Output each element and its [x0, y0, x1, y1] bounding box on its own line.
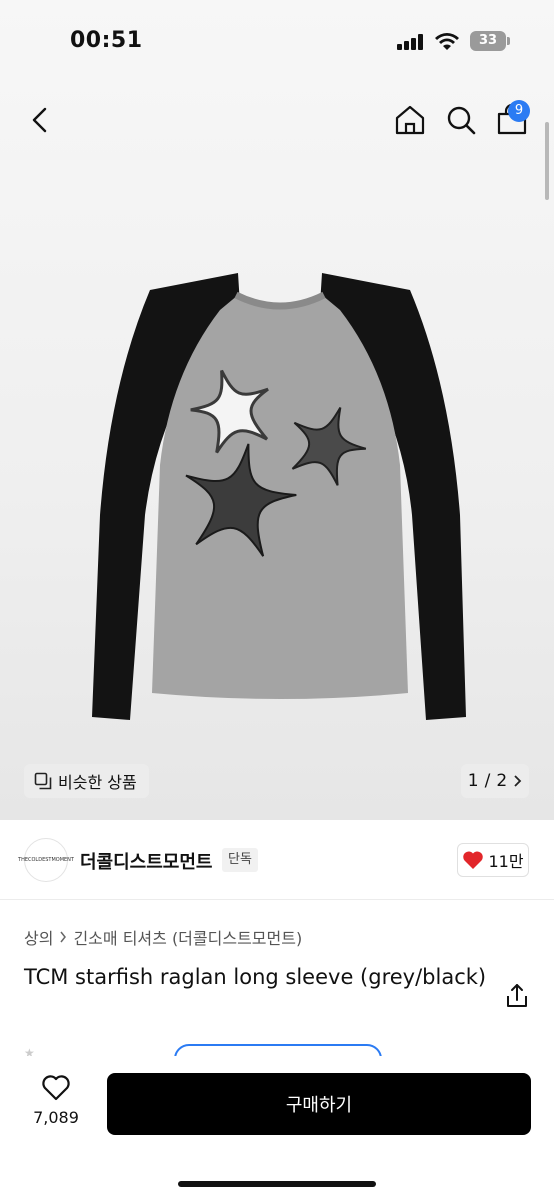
breadcrumb: 상의 긴소매 티셔츠 (더콜디스트모먼트): [24, 925, 302, 949]
rating-row-partial: ★: [24, 1044, 384, 1056]
scrollbar[interactable]: [545, 122, 549, 200]
brand-like-count: 11만: [488, 852, 524, 871]
heart-filled-icon: [463, 851, 484, 869]
breadcrumb-item[interactable]: 긴소매 티셔츠 (더콜디스트모먼트): [73, 925, 302, 949]
chevron-right-icon: [514, 775, 522, 787]
similar-items-button[interactable]: 비슷한 상품: [24, 764, 149, 798]
exclusive-tag: 단독: [222, 848, 258, 872]
pager-current: 1: [467, 771, 479, 791]
brand-like-button[interactable]: 11만: [457, 843, 529, 877]
brand-logo[interactable]: THECOLDESTMOMENT: [18, 838, 74, 882]
pager-total: 2: [496, 771, 508, 791]
star-icon: ★: [24, 1046, 35, 1056]
brand-name[interactable]: 더콜디스트모먼트: [80, 848, 212, 874]
buy-button[interactable]: 구매하기: [107, 1073, 531, 1135]
breadcrumb-item[interactable]: 상의: [24, 925, 53, 949]
status-bar: 00:51 33: [0, 0, 554, 84]
battery-icon: 33: [470, 31, 506, 51]
cellular-signal-icon: [397, 34, 425, 50]
cart-count-badge: 9: [508, 100, 530, 122]
home-indicator: [178, 1181, 376, 1187]
status-time: 00:51: [70, 28, 143, 53]
coupon-pill[interactable]: [174, 1044, 382, 1056]
product-image[interactable]: [90, 265, 470, 725]
similar-items-icon: [34, 772, 52, 790]
wifi-icon: [435, 33, 459, 50]
back-icon[interactable]: [24, 100, 56, 140]
share-icon[interactable]: [504, 982, 530, 1010]
wishlist-button[interactable]: 7,089: [24, 1074, 88, 1134]
home-icon[interactable]: [392, 100, 428, 140]
wishlist-count: 7,089: [33, 1108, 79, 1127]
heart-outline-icon: [42, 1075, 70, 1101]
brand-logo-text: THECOLDESTMOMENT: [18, 857, 74, 863]
image-pager[interactable]: 1 / 2: [461, 764, 529, 798]
similar-items-label: 비슷한 상품: [58, 773, 137, 792]
battery-tip: [507, 37, 510, 45]
product-title: TCM starfish raglan long sleeve (grey/bl…: [24, 965, 487, 989]
search-icon[interactable]: [443, 100, 479, 140]
chevron-right-icon: [60, 931, 67, 943]
pager-separator: /: [484, 771, 491, 791]
